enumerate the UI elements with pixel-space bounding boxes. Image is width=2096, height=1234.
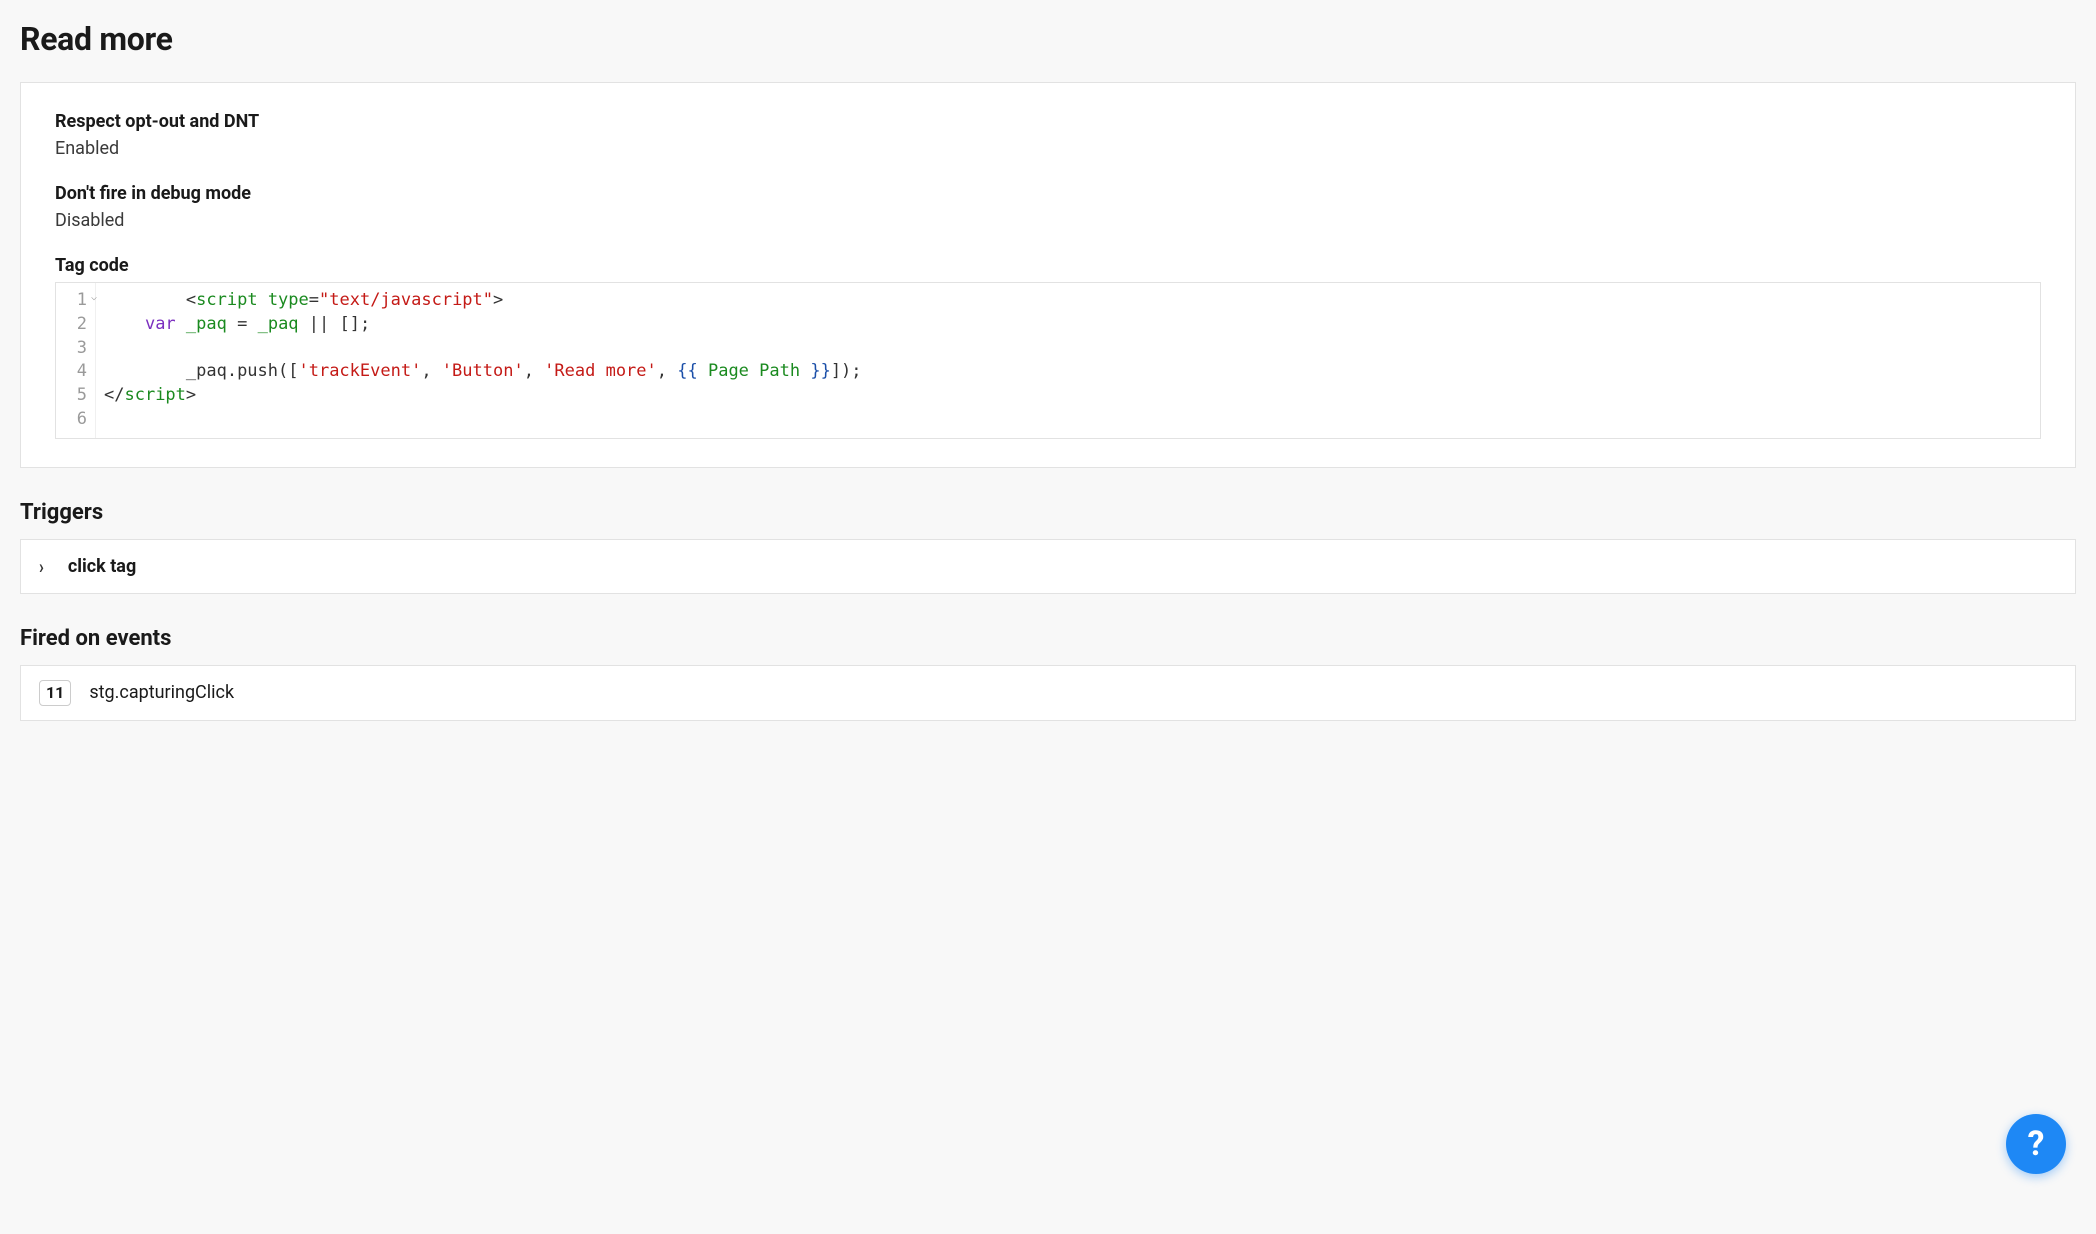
events-heading: Fired on events <box>20 626 2076 651</box>
opt-out-field: Respect opt-out and DNT Enabled <box>55 111 2041 159</box>
page-title: Read more <box>20 20 2076 58</box>
tag-code-field: Tag code 1⌵ 2 3 4 5 6 <script type="text… <box>55 255 2041 439</box>
triggers-heading: Triggers <box>20 500 2076 525</box>
code-line: var _paq = _paq || []; <box>104 313 2032 337</box>
help-icon: ? <box>2028 1124 2045 1164</box>
gutter-line: 5 <box>66 384 87 408</box>
gutter-line: 4 <box>66 360 87 384</box>
code-gutter: 1⌵ 2 3 4 5 6 <box>56 283 96 438</box>
opt-out-value: Enabled <box>55 138 2041 159</box>
gutter-line: 3 <box>66 337 87 361</box>
opt-out-label: Respect opt-out and DNT <box>55 111 2041 132</box>
trigger-row[interactable]: › click tag <box>20 539 2076 594</box>
code-line: </script> <box>104 384 2032 408</box>
code-body[interactable]: <script type="text/javascript"> var _paq… <box>96 283 2040 438</box>
code-line <box>104 408 2032 432</box>
fold-marker-icon[interactable]: ⌵ <box>91 293 97 303</box>
event-id-badge: 11 <box>39 680 71 706</box>
code-line: <script type="text/javascript"> <box>104 289 2032 313</box>
event-row[interactable]: 11 stg.capturingClick <box>20 665 2076 721</box>
trigger-name: click tag <box>68 556 136 577</box>
gutter-line: 6 <box>66 408 87 432</box>
debug-mode-label: Don't fire in debug mode <box>55 183 2041 204</box>
debug-mode-field: Don't fire in debug mode Disabled <box>55 183 2041 231</box>
code-line <box>104 337 2032 361</box>
tag-code-label: Tag code <box>55 255 2041 276</box>
chevron-right-icon: › <box>39 555 44 578</box>
code-line: _paq.push(['trackEvent', 'Button', 'Read… <box>104 360 2032 384</box>
event-name: stg.capturingClick <box>89 682 234 703</box>
gutter-line: 1⌵ <box>66 289 87 313</box>
code-editor[interactable]: 1⌵ 2 3 4 5 6 <script type="text/javascri… <box>55 282 2041 439</box>
help-button[interactable]: ? <box>2006 1114 2066 1174</box>
gutter-line: 2 <box>66 313 87 337</box>
debug-mode-value: Disabled <box>55 210 2041 231</box>
settings-panel: Respect opt-out and DNT Enabled Don't fi… <box>20 82 2076 468</box>
